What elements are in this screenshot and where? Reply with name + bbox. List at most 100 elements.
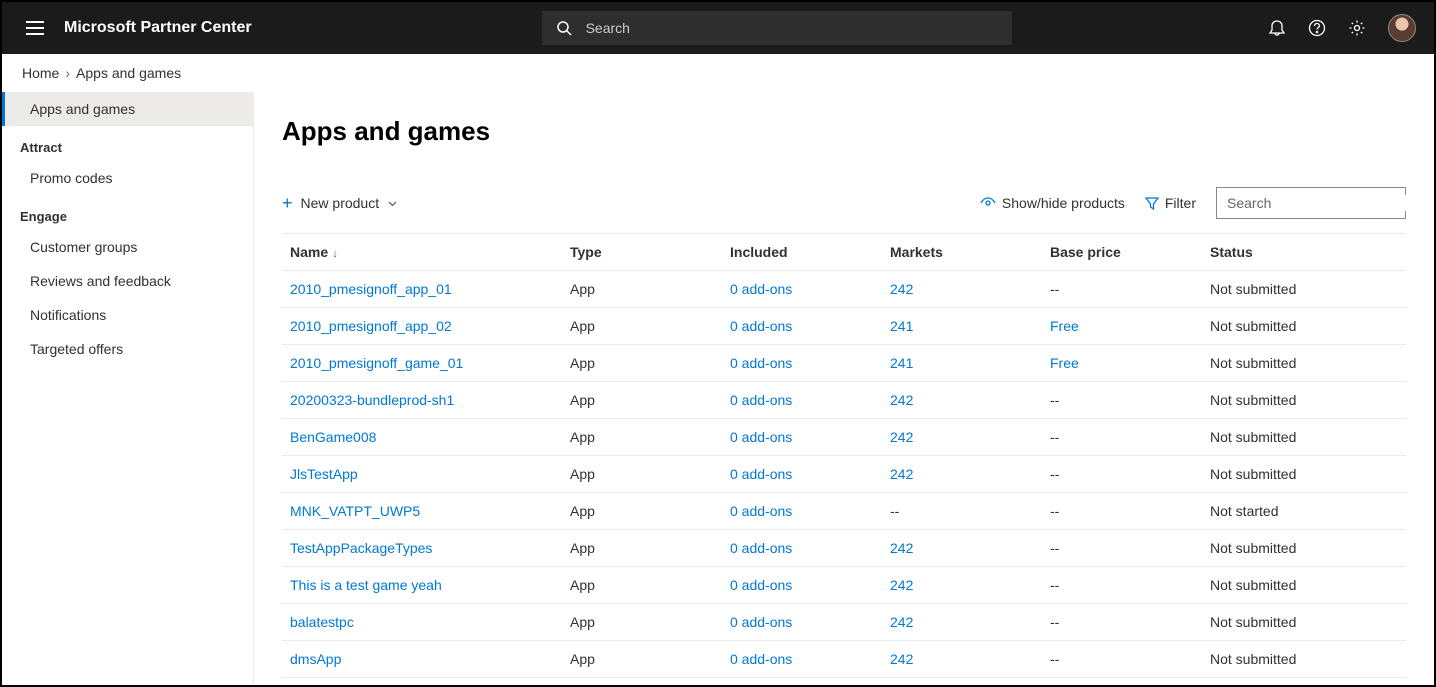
table-row: TestAppPackageTypesApp0 add-ons242--Not … — [282, 530, 1406, 567]
included-link[interactable]: 0 add-ons — [730, 577, 792, 593]
cell-status: Not submitted — [1202, 567, 1406, 604]
eye-icon — [980, 195, 996, 211]
col-header-status[interactable]: Status — [1202, 234, 1406, 271]
markets-link[interactable]: 242 — [890, 466, 913, 482]
product-name-link[interactable]: dmsApp — [290, 651, 341, 667]
cell-baseprice: -- — [1042, 456, 1202, 493]
baseprice-link[interactable]: Free — [1050, 355, 1079, 371]
global-search-input[interactable] — [586, 20, 998, 36]
markets-link[interactable]: 241 — [890, 318, 913, 334]
table-search-input[interactable] — [1227, 195, 1408, 211]
table-search[interactable] — [1216, 187, 1406, 219]
col-header-type[interactable]: Type — [562, 234, 722, 271]
plus-icon: + — [282, 193, 293, 214]
menu-icon[interactable] — [20, 15, 50, 41]
baseprice-link[interactable]: Free — [1050, 318, 1079, 334]
cell-markets: 242 — [882, 604, 1042, 641]
chevron-down-icon — [387, 198, 398, 209]
included-link[interactable]: 0 add-ons — [730, 429, 792, 445]
included-link[interactable]: 0 add-ons — [730, 392, 792, 408]
included-link[interactable]: 0 add-ons — [730, 614, 792, 630]
table-row: 2010_pmesignoff_app_02App0 add-ons241Fre… — [282, 308, 1406, 345]
cell-status: Not submitted — [1202, 308, 1406, 345]
markets-link[interactable]: 242 — [890, 614, 913, 630]
sidebar-heading-attract: Attract — [2, 126, 253, 161]
chevron-right-icon: › — [65, 65, 70, 81]
product-name-link[interactable]: BenGame008 — [290, 429, 376, 445]
table-row: JlsTestAppApp0 add-ons242--Not submitted — [282, 456, 1406, 493]
bell-icon[interactable] — [1268, 19, 1286, 37]
included-link[interactable]: 0 add-ons — [730, 540, 792, 556]
product-name-link[interactable]: 2010_pmesignoff_game_01 — [290, 355, 463, 371]
page-title: Apps and games — [282, 116, 1406, 147]
product-name-link[interactable]: This is a test game yeah — [290, 577, 442, 593]
filter-button[interactable]: Filter — [1145, 195, 1196, 211]
markets-link[interactable]: 241 — [890, 355, 913, 371]
table-row: 20200323-bundleprod-sh1App0 add-ons242--… — [282, 382, 1406, 419]
table-row: dmsAppApp0 add-ons242--Not submitted — [282, 641, 1406, 678]
cell-baseprice: -- — [1042, 419, 1202, 456]
product-name-link[interactable]: 20200323-bundleprod-sh1 — [290, 392, 454, 408]
sidebar-item-customer-groups[interactable]: Customer groups — [2, 230, 253, 264]
product-name-link[interactable]: JlsTestApp — [290, 466, 358, 482]
sidebar-item-apps-games[interactable]: Apps and games — [2, 92, 253, 126]
col-header-name[interactable]: Name↓ — [282, 234, 562, 271]
cell-type: App — [562, 456, 722, 493]
included-link[interactable]: 0 add-ons — [730, 466, 792, 482]
col-header-baseprice[interactable]: Base price — [1042, 234, 1202, 271]
cell-type: App — [562, 493, 722, 530]
sidebar-heading-engage: Engage — [2, 195, 253, 230]
col-header-markets[interactable]: Markets — [882, 234, 1042, 271]
cell-type: App — [562, 604, 722, 641]
global-search[interactable] — [542, 11, 1012, 45]
sidebar-item-targeted-offers[interactable]: Targeted offers — [2, 332, 253, 366]
product-name-link[interactable]: MNK_VATPT_UWP5 — [290, 503, 420, 519]
sidebar-item-promo-codes[interactable]: Promo codes — [2, 161, 253, 195]
cell-type: App — [562, 641, 722, 678]
included-link[interactable]: 0 add-ons — [730, 318, 792, 334]
cell-status: Not submitted — [1202, 271, 1406, 308]
included-link[interactable]: 0 add-ons — [730, 281, 792, 297]
cell-baseprice: -- — [1042, 567, 1202, 604]
markets-link[interactable]: 242 — [890, 651, 913, 667]
included-link[interactable]: 0 add-ons — [730, 651, 792, 667]
table-row: BenGame008App0 add-ons242--Not submitted — [282, 419, 1406, 456]
cell-type: App — [562, 567, 722, 604]
product-name-link[interactable]: 2010_pmesignoff_app_01 — [290, 281, 452, 297]
included-link[interactable]: 0 add-ons — [730, 355, 792, 371]
breadcrumb-home[interactable]: Home — [22, 65, 59, 81]
help-icon[interactable] — [1308, 19, 1326, 37]
product-name-link[interactable]: 2010_pmesignoff_app_02 — [290, 318, 452, 334]
included-link[interactable]: 0 add-ons — [730, 503, 792, 519]
markets-link[interactable]: 242 — [890, 540, 913, 556]
toolbar: + New product Show/hide products Filter — [282, 187, 1406, 233]
avatar[interactable] — [1388, 14, 1416, 42]
markets-link[interactable]: 242 — [890, 281, 913, 297]
cell-baseprice: -- — [1042, 530, 1202, 567]
cell-markets: 241 — [882, 308, 1042, 345]
cell-status: Not started — [1202, 493, 1406, 530]
sidebar-item-notifications[interactable]: Notifications — [2, 298, 253, 332]
cell-markets: -- — [882, 493, 1042, 530]
product-name-link[interactable]: balatestpc — [290, 614, 354, 630]
cell-type: App — [562, 419, 722, 456]
markets-link[interactable]: 242 — [890, 392, 913, 408]
table-row: 2010_pmesignoff_game_01App0 add-ons241Fr… — [282, 345, 1406, 382]
new-product-button[interactable]: + New product — [282, 193, 398, 214]
table-row: This is a test game yeah App 0 add-ons 242 -… — [282, 567, 1406, 604]
product-name-link[interactable]: TestAppPackageTypes — [290, 540, 432, 556]
cell-markets: 241 — [882, 345, 1042, 382]
show-hide-products-button[interactable]: Show/hide products — [980, 195, 1125, 211]
markets-link[interactable]: 242 — [890, 429, 913, 445]
cell-status: Not submitted — [1202, 382, 1406, 419]
sidebar-item-reviews-feedback[interactable]: Reviews and feedback — [2, 264, 253, 298]
brand-title: Microsoft Partner Center — [64, 19, 252, 37]
markets-link[interactable]: 242 — [890, 577, 913, 593]
new-product-label: New product — [301, 195, 380, 211]
gear-icon[interactable] — [1348, 19, 1366, 37]
search-icon — [556, 20, 572, 36]
breadcrumb: Home › Apps and games — [2, 54, 1434, 92]
cell-markets: 242 — [882, 456, 1042, 493]
cell-type: App — [562, 382, 722, 419]
col-header-included[interactable]: Included — [722, 234, 882, 271]
